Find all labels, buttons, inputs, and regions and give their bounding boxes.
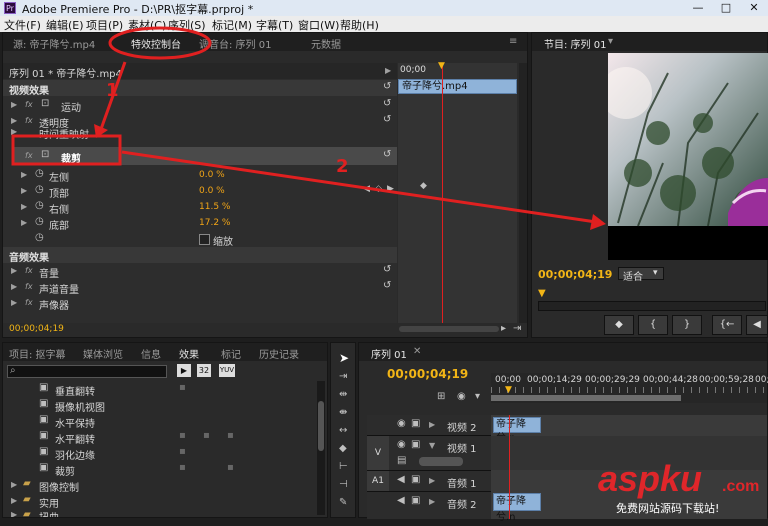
watermark-brand: aspku [598, 458, 703, 499]
annotation-overlay [11, 26, 606, 230]
watermark-tld: .com [722, 478, 760, 495]
annotation-arrowhead-2 [590, 214, 606, 230]
annotation-ellipse [108, 26, 212, 60]
annotation-rectangle [11, 134, 122, 166]
watermark-subtitle: 免费网站源码下载站! [616, 502, 720, 515]
annotation-number-1: 1 [106, 80, 119, 101]
annotation-arrow-2 [121, 150, 597, 224]
annotation-number-2: 2 [336, 156, 349, 177]
watermark: aspku .com 免费网站源码下载站! [596, 458, 768, 516]
